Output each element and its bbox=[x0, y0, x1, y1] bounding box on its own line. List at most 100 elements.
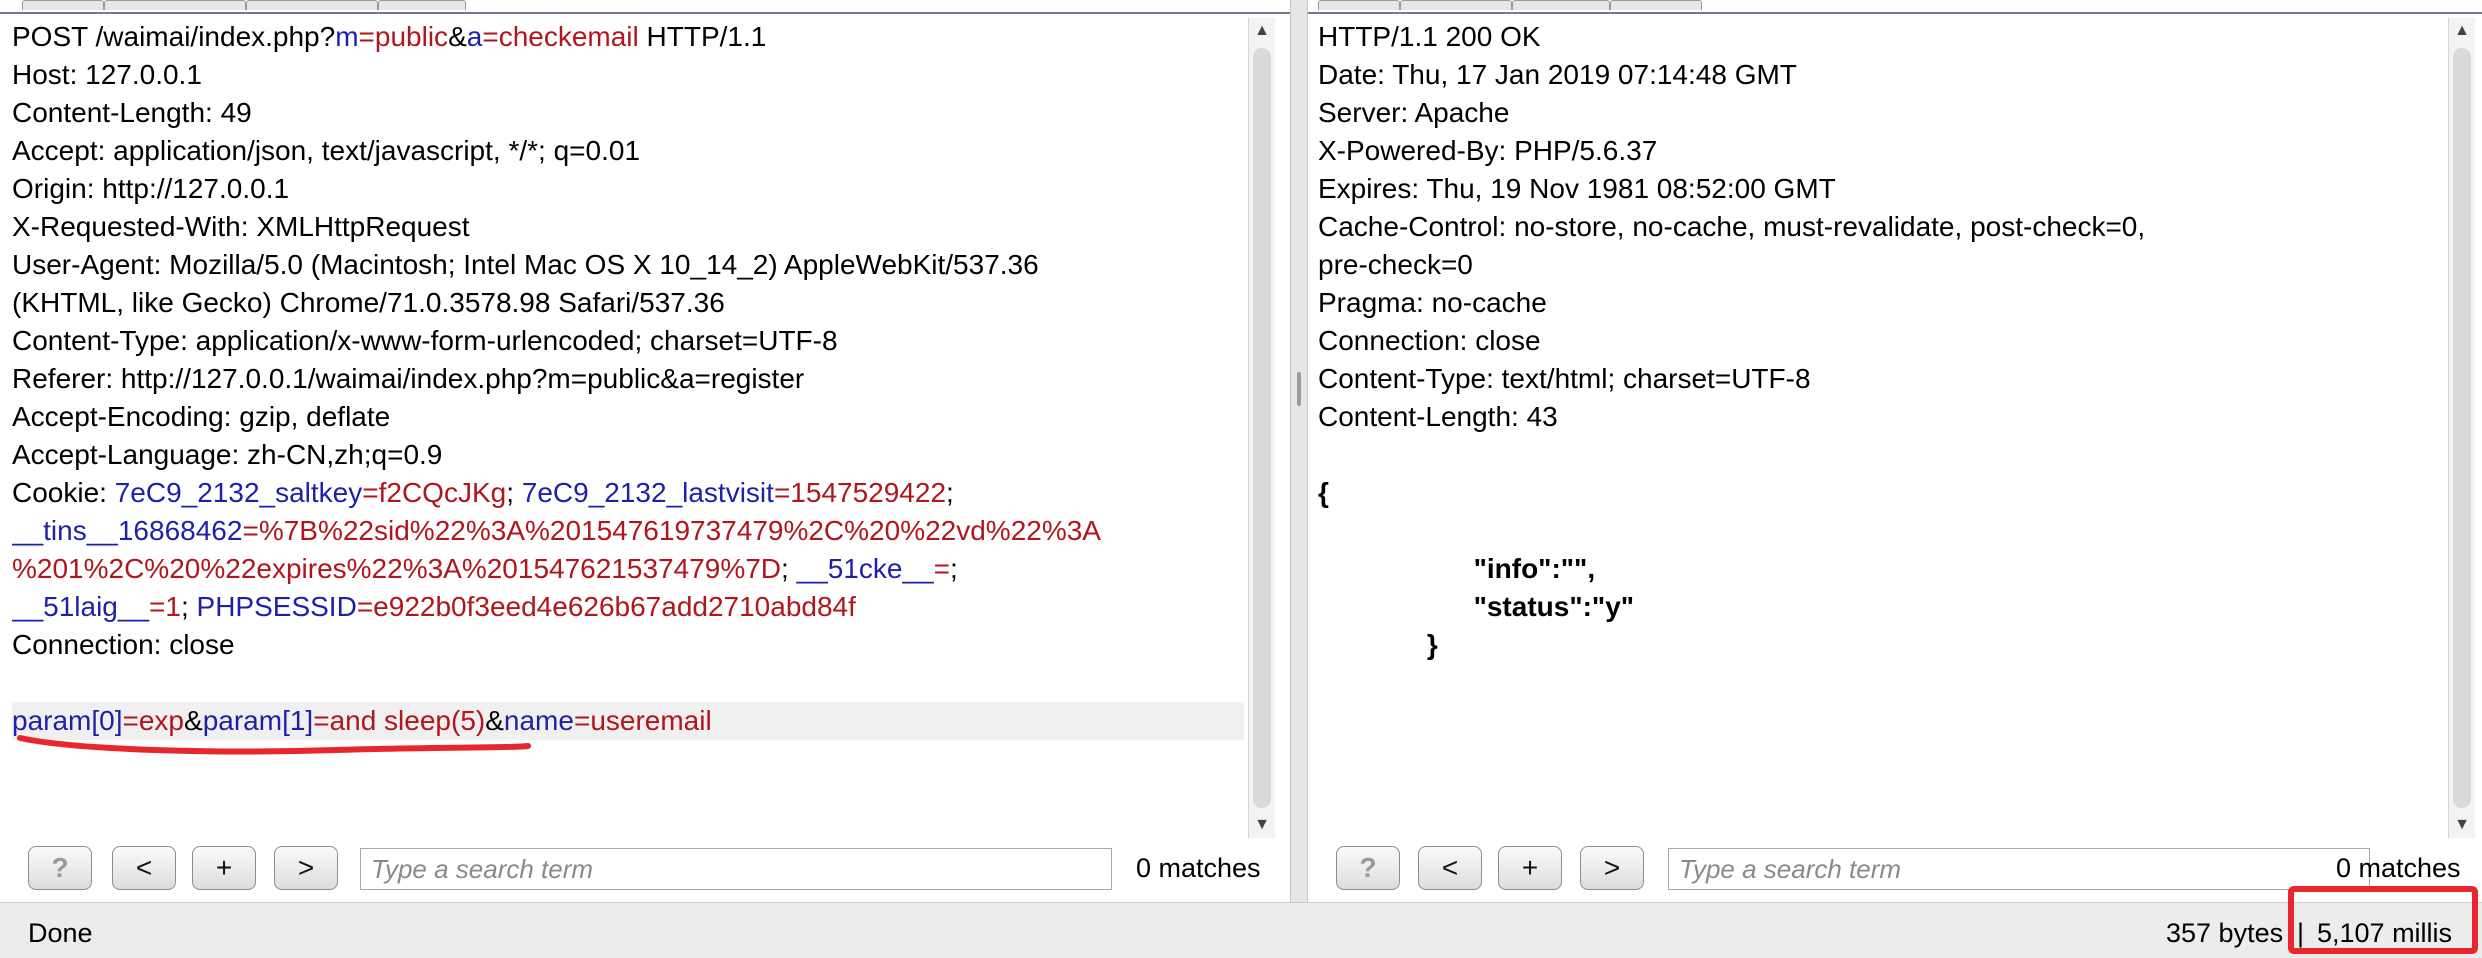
response-line: pre-check=0 bbox=[1318, 246, 2446, 284]
request-text: %201%2C%20%22expires%22%3A%2015476215374… bbox=[12, 553, 782, 584]
scroll-down-icon[interactable]: ▼ bbox=[2449, 812, 2475, 838]
response-text: "info":"", bbox=[1318, 553, 1596, 584]
response-text: "status":"y" bbox=[1318, 591, 1635, 622]
response-text: { bbox=[1318, 477, 1329, 508]
response-line: Server: Apache bbox=[1318, 94, 2446, 132]
response-text: } bbox=[1318, 629, 1438, 660]
response-line: Pragma: no-cache bbox=[1318, 284, 2446, 322]
request-text: Accept-Language: zh-CN,zh;q=0.9 bbox=[12, 439, 443, 470]
request-scrollbar[interactable]: ▲ ▼ bbox=[1248, 18, 1275, 838]
response-text: Server: Apache bbox=[1318, 97, 1510, 128]
request-help-button[interactable]: ? bbox=[28, 846, 92, 890]
request-line bbox=[12, 664, 1244, 702]
request-text: a bbox=[466, 21, 483, 52]
response-text: Expires: Thu, 19 Nov 1981 08:52:00 GMT bbox=[1318, 173, 1836, 204]
request-line: Referer: http://127.0.0.1/waimai/index.p… bbox=[12, 360, 1244, 398]
response-text: Pragma: no-cache bbox=[1318, 287, 1547, 318]
request-text: Cookie: bbox=[12, 477, 115, 508]
response-scrollbar[interactable]: ▲ ▼ bbox=[2448, 18, 2475, 838]
request-text: ; bbox=[506, 477, 522, 508]
request-search-bar: ? < + > 0 matches bbox=[0, 846, 1290, 898]
request-text: Referer: http://127.0.0.1/waimai/index.p… bbox=[12, 363, 805, 394]
request-line: %201%2C%20%22expires%22%3A%2015476215374… bbox=[12, 550, 1244, 588]
request-text: checkemail bbox=[498, 21, 639, 52]
request-line: Content-Length: 49 bbox=[12, 94, 1244, 132]
request-text: %7B%22sid%22%3A%201547619737479%2C%20%22… bbox=[258, 515, 1101, 546]
response-search-input[interactable] bbox=[1668, 848, 2370, 890]
request-line: Content-Type: application/x-www-form-url… bbox=[12, 322, 1244, 360]
scroll-up-icon[interactable]: ▲ bbox=[1249, 18, 1275, 44]
request-tab-raw[interactable] bbox=[22, 0, 104, 10]
response-text: Content-Type: text/html; charset=UTF-8 bbox=[1318, 363, 1811, 394]
response-text: Content-Length: 43 bbox=[1318, 401, 1558, 432]
request-text: ; bbox=[949, 553, 958, 584]
request-text: Content-Length: 49 bbox=[12, 97, 252, 128]
scroll-up-icon[interactable]: ▲ bbox=[2449, 18, 2475, 44]
response-line bbox=[1318, 512, 2446, 550]
status-bar: Done 357 bytes | 5,107 millis bbox=[0, 902, 2482, 958]
request-tab-params[interactable] bbox=[104, 0, 246, 10]
request-pane: POST /waimai/index.php?m=public&a=checke… bbox=[0, 0, 1290, 902]
response-line: "info":"", bbox=[1318, 550, 2446, 588]
request-next-button[interactable]: > bbox=[274, 846, 338, 890]
request-search-input[interactable] bbox=[360, 848, 1112, 890]
splitter-grip-icon[interactable] bbox=[1297, 372, 1301, 406]
request-text: = bbox=[773, 477, 791, 508]
request-text: Accept: application/json, text/javascrip… bbox=[12, 135, 641, 166]
request-line: Origin: http://127.0.0.1 bbox=[12, 170, 1244, 208]
annotation-highlight-box bbox=[2288, 886, 2478, 954]
response-editor[interactable]: HTTP/1.1 200 OK Date: Thu, 17 Jan 2019 07… bbox=[1318, 18, 2446, 836]
request-line: __tins__16868462=%7B%22sid%22%3A%2015476… bbox=[12, 512, 1244, 550]
request-match-count: 0 matches bbox=[1136, 853, 1261, 883]
request-text: Content-Type: application/x-www-form-url… bbox=[12, 325, 838, 356]
request-text: POST /waimai/index.php? bbox=[12, 21, 336, 52]
request-line: X-Requested-With: XMLHttpRequest bbox=[12, 208, 1244, 246]
response-tab-hex[interactable] bbox=[1512, 0, 1610, 10]
annotation-underline bbox=[17, 735, 531, 755]
request-text: = bbox=[149, 591, 166, 622]
response-line: Connection: close bbox=[1318, 322, 2446, 360]
request-scroll-thumb[interactable] bbox=[1253, 48, 1271, 808]
request-text: Accept-Encoding: gzip, deflate bbox=[12, 401, 391, 432]
request-tab-headers[interactable] bbox=[246, 0, 378, 10]
request-text: HTTP/1.1 bbox=[638, 21, 767, 52]
request-text: m bbox=[335, 21, 359, 52]
response-tab-raw[interactable] bbox=[1318, 0, 1400, 10]
request-prev-button[interactable]: < bbox=[112, 846, 176, 890]
request-text: = bbox=[362, 477, 379, 508]
request-line: Accept-Language: zh-CN,zh;q=0.9 bbox=[12, 436, 1244, 474]
request-add-button[interactable]: + bbox=[192, 846, 256, 890]
response-line: HTTP/1.1 200 OK bbox=[1318, 18, 2446, 56]
request-tab-hex[interactable] bbox=[378, 0, 466, 10]
request-text: = bbox=[356, 591, 374, 622]
request-text: User-Agent: Mozilla/5.0 (Macintosh; Inte… bbox=[12, 249, 1039, 280]
pane-splitter[interactable] bbox=[1290, 0, 1308, 902]
response-help-button[interactable]: ? bbox=[1336, 846, 1400, 890]
response-text: Cache-Control: no-store, no-cache, must-… bbox=[1318, 211, 2146, 242]
response-prev-button[interactable]: < bbox=[1418, 846, 1482, 890]
request-editor[interactable]: POST /waimai/index.php?m=public&a=checke… bbox=[12, 18, 1244, 836]
response-line: Cache-Control: no-store, no-cache, must-… bbox=[1318, 208, 2446, 246]
request-line: Cookie: 7eC9_2132_saltkey=f2CQcJKg; 7eC9… bbox=[12, 474, 1244, 512]
request-text: = bbox=[358, 21, 375, 52]
response-pane: HTTP/1.1 200 OK Date: Thu, 17 Jan 2019 07… bbox=[1308, 0, 2482, 902]
request-text: Origin: http://127.0.0.1 bbox=[12, 173, 290, 204]
response-scroll-thumb[interactable] bbox=[2453, 48, 2471, 808]
response-next-button[interactable]: > bbox=[1580, 846, 1644, 890]
response-text: HTTP/1.1 200 OK bbox=[1318, 21, 1541, 52]
response-line: } bbox=[1318, 626, 2446, 664]
request-text: Host: 127.0.0.1 bbox=[12, 59, 202, 90]
request-text: PHPSESSID bbox=[196, 591, 357, 622]
response-tab-render[interactable] bbox=[1610, 0, 1702, 10]
request-text: ; bbox=[946, 477, 954, 508]
response-line: Date: Thu, 17 Jan 2019 07:14:48 GMT bbox=[1318, 56, 2446, 94]
response-line: Expires: Thu, 19 Nov 1981 08:52:00 GMT bbox=[1318, 170, 2446, 208]
response-add-button[interactable]: + bbox=[1498, 846, 1562, 890]
request-text: e922b0f3eed4e626b67add2710abd84f bbox=[373, 591, 856, 622]
scroll-down-icon[interactable]: ▼ bbox=[1249, 812, 1275, 838]
request-line: Host: 127.0.0.1 bbox=[12, 56, 1244, 94]
response-tab-headers[interactable] bbox=[1400, 0, 1512, 10]
request-line: POST /waimai/index.php?m=public&a=checke… bbox=[12, 18, 1244, 56]
response-text: Date: Thu, 17 Jan 2019 07:14:48 GMT bbox=[1318, 59, 1797, 90]
response-size: 357 bytes bbox=[2166, 918, 2284, 948]
